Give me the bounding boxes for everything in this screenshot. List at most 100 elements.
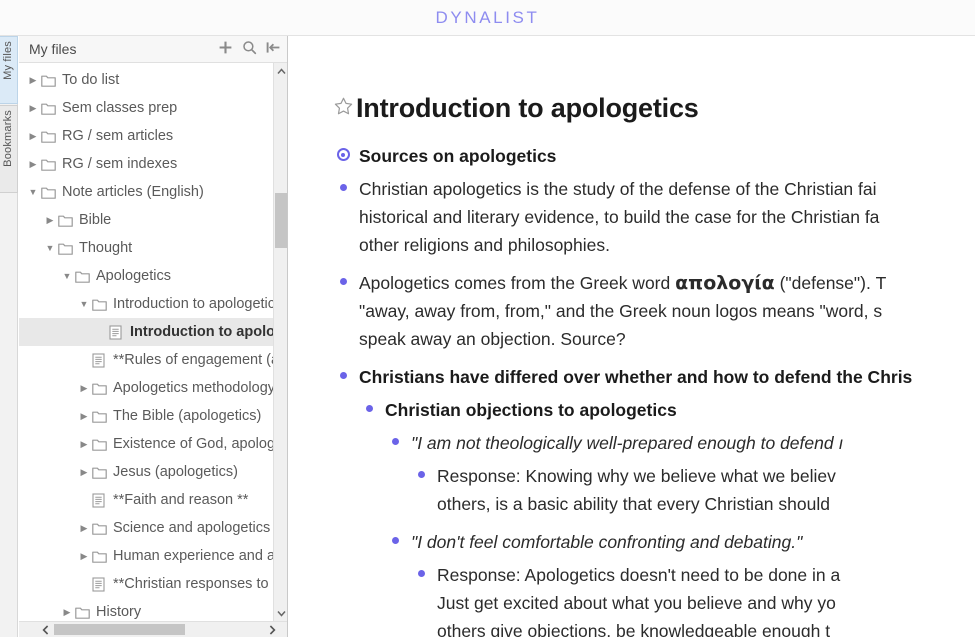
bullet-icon[interactable] xyxy=(391,438,399,445)
sidebar-vertical-scroll-thumb[interactable] xyxy=(275,193,287,248)
rail-tab-my-files[interactable]: My files xyxy=(0,36,18,104)
triangle-right-icon[interactable]: ▶ xyxy=(76,439,92,449)
outline-item-sources-text[interactable]: Sources on apologetics xyxy=(353,142,556,170)
outline-item-objection-1-response[interactable]: Response: Knowing why we believe what we… xyxy=(411,462,975,518)
bullet-icon[interactable] xyxy=(339,372,347,379)
scroll-right-arrow-icon[interactable] xyxy=(264,622,280,637)
triangle-right-icon[interactable]: ▶ xyxy=(25,159,41,169)
etymology-post: ("defense"). T xyxy=(774,273,887,293)
tree-item[interactable]: ▼ Note articles (English) xyxy=(19,178,274,206)
tree-item-label: Bible xyxy=(79,212,112,228)
folder-icon xyxy=(41,100,60,116)
definition-line-1: Christian apologetics is the study of th… xyxy=(359,179,877,199)
tree-item-label: Apologetics xyxy=(96,268,171,284)
triangle-down-icon[interactable]: ▼ xyxy=(76,299,92,309)
outline-item-objection-2-response-text[interactable]: Response: Apologetics doesn't need to be… xyxy=(431,561,840,637)
tree-item[interactable]: ▶**Christian responses to objections** xyxy=(19,570,274,598)
bullet-icon[interactable] xyxy=(391,537,399,544)
tree-item[interactable]: ▶ Bible xyxy=(19,206,274,234)
plus-icon[interactable] xyxy=(218,40,233,60)
tree-item[interactable]: ▶ Jesus (apologetics) xyxy=(19,458,274,486)
tree-item[interactable]: ▶ Human experience and apologetics xyxy=(19,542,274,570)
triangle-right-icon[interactable]: ▶ xyxy=(76,411,92,421)
outline-item-definition[interactable]: Christian apologetics is the study of th… xyxy=(333,175,975,259)
tree-item[interactable]: ▶**Rules of engagement (apologetics) ** xyxy=(19,346,274,374)
bullet-icon[interactable] xyxy=(417,570,425,577)
top-bar: DYNALIST xyxy=(0,0,975,36)
tree-item[interactable]: ▶ Science and apologetics xyxy=(19,514,274,542)
triangle-right-icon[interactable]: ▶ xyxy=(59,607,75,617)
outline-item-etymology[interactable]: Apologetics comes from the Greek word απ… xyxy=(333,269,975,353)
triangle-down-icon[interactable]: ▼ xyxy=(25,187,41,197)
scroll-left-arrow-icon[interactable] xyxy=(37,622,53,637)
folder-icon xyxy=(92,296,111,312)
tree-item[interactable]: ▶**Faith and reason ** xyxy=(19,486,274,514)
sidebar-vertical-scrollbar[interactable] xyxy=(273,63,287,621)
outline-item-objection-1-text[interactable]: "I am not theologically well-prepared en… xyxy=(405,429,843,457)
tree-item[interactable]: ▶ To do list xyxy=(19,66,274,94)
tree-item[interactable]: ▼ Apologetics xyxy=(19,262,274,290)
collapsed-bullet-icon[interactable] xyxy=(336,148,350,161)
tree-item-label: Thought xyxy=(79,240,133,256)
folder-icon xyxy=(75,268,94,284)
search-icon[interactable] xyxy=(242,40,257,60)
folder-icon xyxy=(41,128,60,144)
sidebar-horizontal-scrollbar[interactable] xyxy=(19,621,287,637)
triangle-right-icon[interactable]: ▶ xyxy=(25,131,41,141)
outline-item-objection-2[interactable]: "I don't feel comfortable confronting an… xyxy=(385,528,975,556)
sidebar-title: My files xyxy=(29,41,77,57)
outline-item-definition-text[interactable]: Christian apologetics is the study of th… xyxy=(353,175,879,259)
triangle-right-icon[interactable]: ▶ xyxy=(76,467,92,477)
outline-item-objection-1-response-text[interactable]: Response: Knowing why we believe what we… xyxy=(431,462,836,518)
triangle-right-icon[interactable]: ▶ xyxy=(42,215,58,225)
document-pane[interactable]: Introduction to apologetics Sources on a… xyxy=(289,37,975,637)
tree-item[interactable]: ▶ History xyxy=(19,598,274,621)
tree-item[interactable]: ▶ Existence of God, apologetics xyxy=(19,430,274,458)
tree-item[interactable]: ▼ Introduction to apologetics xyxy=(19,290,274,318)
triangle-right-icon[interactable]: ▶ xyxy=(25,75,41,85)
outline-item-objections-text[interactable]: Christian objections to apologetics xyxy=(379,396,677,424)
triangle-right-icon[interactable]: ▶ xyxy=(76,551,92,561)
tree-item[interactable]: ▶ RG / sem indexes xyxy=(19,150,274,178)
outline-item-sources[interactable]: Sources on apologetics xyxy=(333,142,975,170)
bullet-icon[interactable] xyxy=(417,471,425,478)
outline-item-objection-2-response[interactable]: Response: Apologetics doesn't need to be… xyxy=(411,561,975,637)
tree-item[interactable]: ▶ The Bible (apologetics) xyxy=(19,402,274,430)
tree-item[interactable]: ▶ Sem classes prep xyxy=(19,94,274,122)
tree-item[interactable]: ▶ Apologetics methodology xyxy=(19,374,274,402)
tree-item[interactable]: ▶Introduction to apologetics xyxy=(19,318,274,346)
rail-tab-bookmarks[interactable]: Bookmarks xyxy=(0,105,18,193)
outline-item-objection-2-text[interactable]: "I don't feel comfortable confronting an… xyxy=(405,528,802,556)
bullet-icon[interactable] xyxy=(365,405,373,412)
bullet-column xyxy=(411,462,431,518)
collapse-left-icon[interactable] xyxy=(266,40,281,60)
star-icon[interactable] xyxy=(333,96,354,122)
file-tree-scroll[interactable]: ▶ To do list ▶ Sem classes prep ▶ RG / sem ar… xyxy=(19,63,274,621)
triangle-down-icon[interactable]: ▼ xyxy=(42,243,58,253)
outline-item-differed-text[interactable]: Christians have differed over whether an… xyxy=(353,363,912,391)
tree-item-label: **Rules of engagement (apologetics) ** xyxy=(113,352,274,368)
bullet-icon[interactable] xyxy=(339,278,347,285)
bullet-icon[interactable] xyxy=(339,184,347,191)
bullet-column xyxy=(385,429,405,457)
folder-icon xyxy=(92,436,111,452)
tree-item-label: Science and apologetics xyxy=(113,520,271,536)
scroll-up-arrow-icon[interactable] xyxy=(274,63,287,79)
triangle-right-icon[interactable]: ▶ xyxy=(76,383,92,393)
tree-item[interactable]: ▼ Thought xyxy=(19,234,274,262)
sidebar-horizontal-scroll-thumb[interactable] xyxy=(54,624,185,635)
page-title[interactable]: Introduction to apologetics xyxy=(356,93,699,124)
outline-item-differed[interactable]: Christians have differed over whether an… xyxy=(333,363,975,391)
tree-item-label: History xyxy=(96,604,142,620)
scroll-down-arrow-icon[interactable] xyxy=(274,605,287,621)
triangle-right-icon[interactable]: ▶ xyxy=(25,103,41,113)
bullet-column xyxy=(359,396,379,424)
outline-item-objection-1[interactable]: "I am not theologically well-prepared en… xyxy=(385,429,975,457)
greek-word: απολογία xyxy=(675,272,775,294)
tree-item[interactable]: ▶ RG / sem articles xyxy=(19,122,274,150)
outline-item-objections[interactable]: Christian objections to apologetics xyxy=(359,396,975,424)
triangle-right-icon[interactable]: ▶ xyxy=(76,523,92,533)
triangle-down-icon[interactable]: ▼ xyxy=(59,271,75,281)
outline-item-etymology-text[interactable]: Apologetics comes from the Greek word απ… xyxy=(353,269,886,353)
